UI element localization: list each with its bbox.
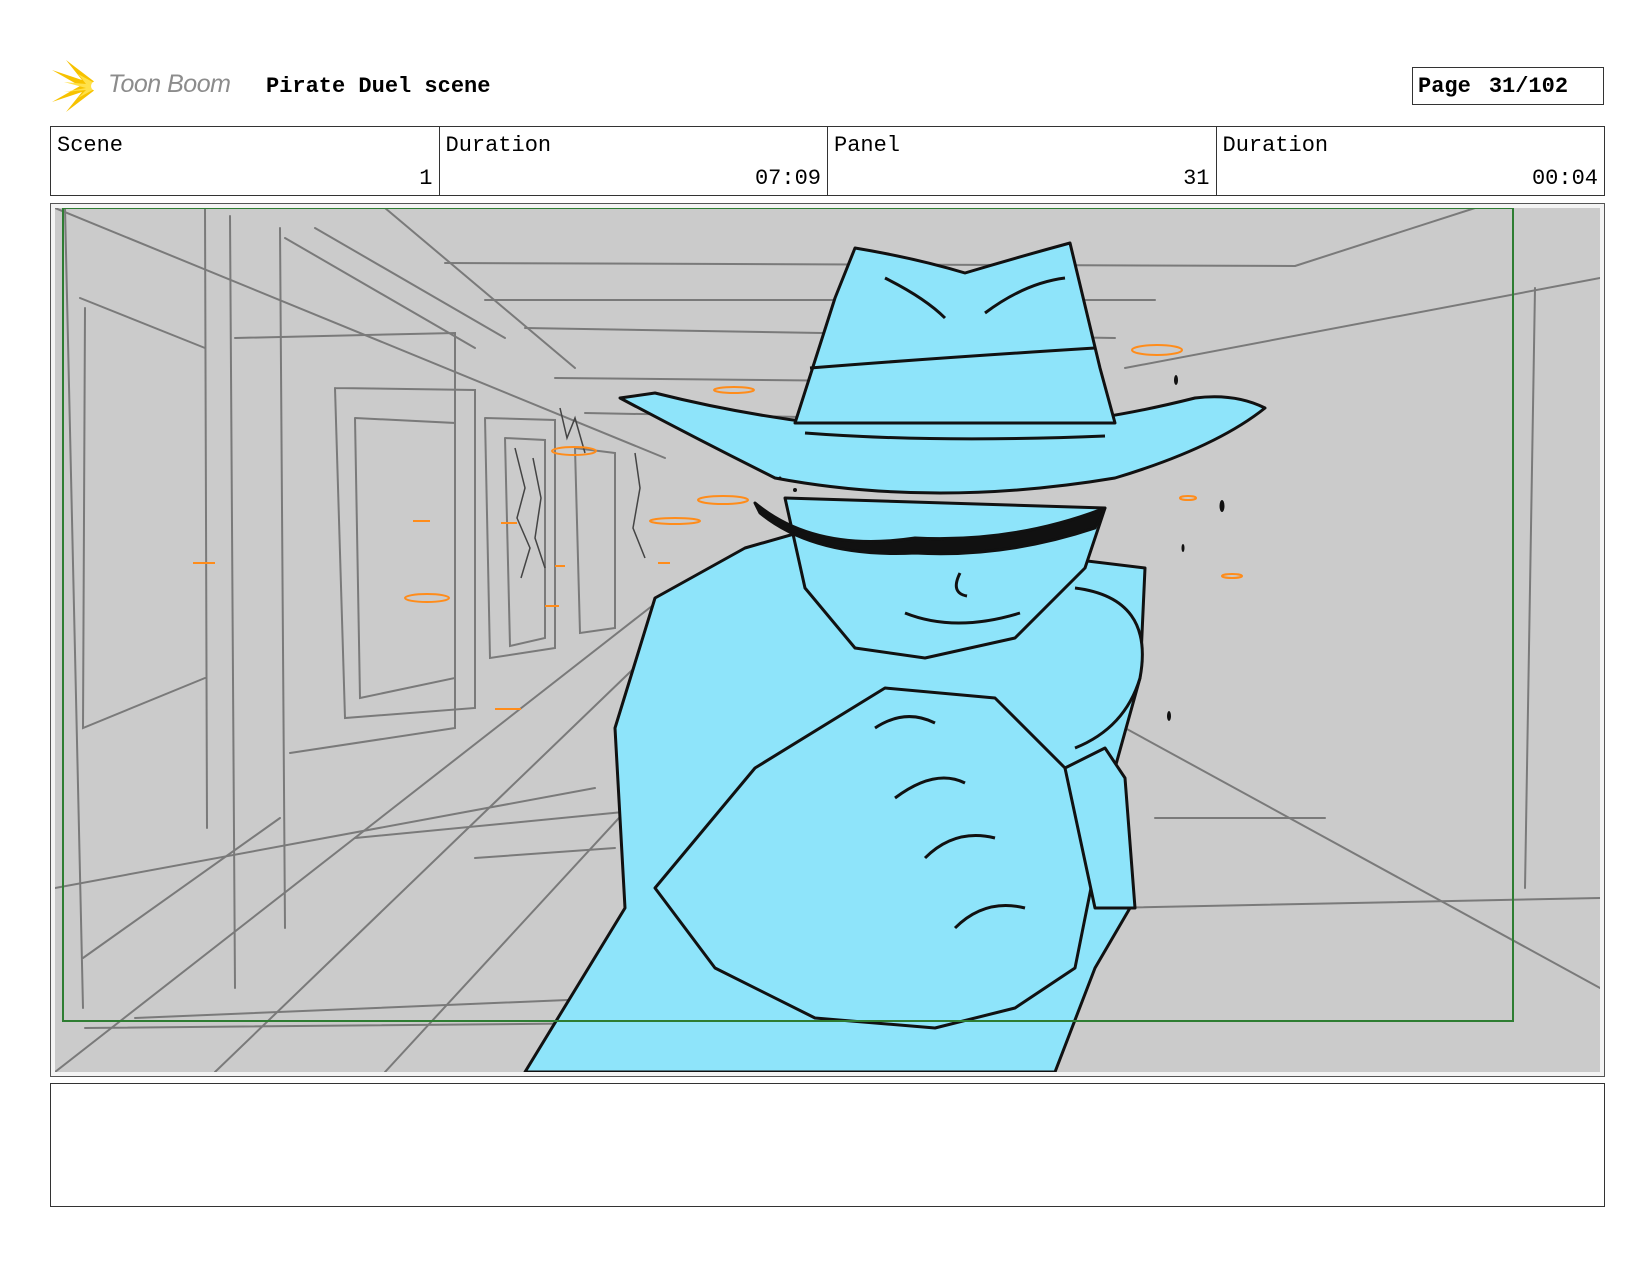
scene-cell: Scene 1 bbox=[51, 127, 440, 195]
panel-drawing bbox=[55, 208, 1600, 1072]
panel-value: 31 bbox=[1183, 166, 1210, 191]
panel-duration-label: Duration bbox=[1222, 133, 1329, 158]
page-indicator: Page 31/102 bbox=[1412, 67, 1604, 105]
page-number: 31/102 bbox=[1488, 73, 1569, 99]
logo-wordmark: Toon Boom bbox=[108, 70, 231, 98]
panel-duration-cell: Duration 00:04 bbox=[1217, 127, 1605, 195]
scene-duration-label: Duration bbox=[445, 133, 552, 158]
panel-duration-value: 00:04 bbox=[1531, 166, 1598, 191]
storyboard-panel bbox=[50, 203, 1605, 1077]
document-title: Pirate Duel scene bbox=[266, 74, 491, 99]
panel-label: Panel bbox=[834, 133, 901, 158]
panel-cell: Panel 31 bbox=[828, 127, 1217, 195]
scene-duration-cell: Duration 07:09 bbox=[440, 127, 828, 195]
scene-info-bar: Scene 1 Duration 07:09 Panel 31 Duration… bbox=[50, 126, 1605, 196]
scene-label: Scene bbox=[57, 133, 124, 158]
starburst-icon bbox=[52, 60, 101, 112]
panel-notes-box[interactable] bbox=[50, 1083, 1605, 1207]
scene-value: 1 bbox=[419, 166, 433, 191]
page-label: Page bbox=[1418, 73, 1471, 99]
scene-duration-value: 07:09 bbox=[754, 166, 821, 191]
toon-boom-logo: Toon Boom bbox=[52, 58, 252, 114]
